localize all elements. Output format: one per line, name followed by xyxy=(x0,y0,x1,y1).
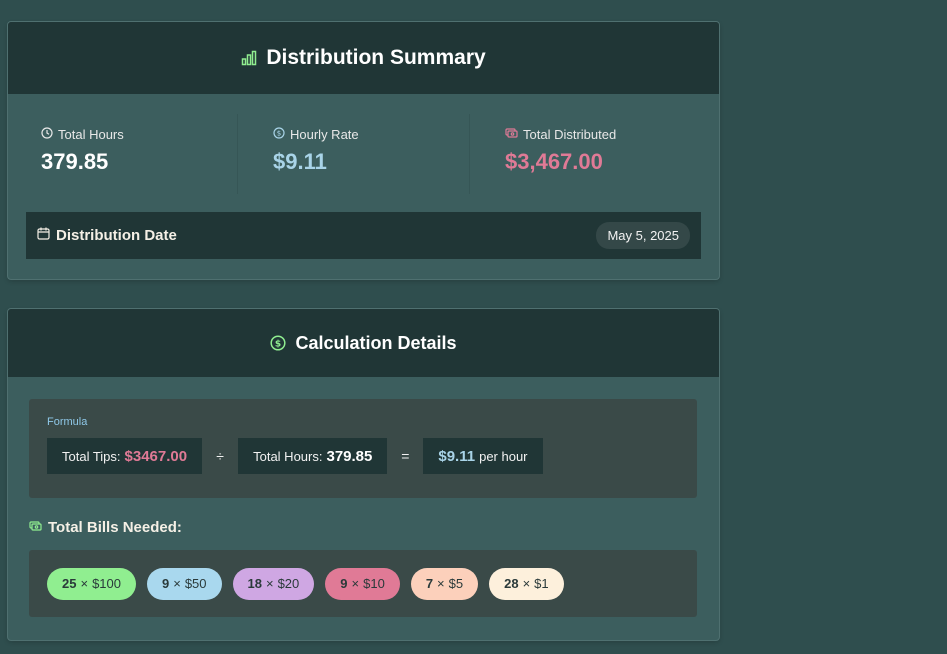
bill-denomination: $100 xyxy=(92,576,121,591)
stat-label: Hourly Rate xyxy=(290,127,359,142)
bill-times: × xyxy=(437,576,445,591)
formula-row: Total Tips: $3467.00 ÷ Total Hours: 379.… xyxy=(47,438,543,474)
divider xyxy=(237,114,238,194)
stat-value: 379.85 xyxy=(41,149,109,174)
formula-tips-label: Total Tips: xyxy=(62,448,121,464)
bill-denomination: $5 xyxy=(448,576,464,591)
bill-count: 18 xyxy=(247,576,262,591)
stat-value: $9.11 xyxy=(273,149,327,174)
calculation-details-card: $ Calculation Details Formula Total Tips… xyxy=(7,308,720,641)
bill-count: 9 xyxy=(161,576,170,591)
bill-times: × xyxy=(80,576,89,591)
calc-title: Calculation Details xyxy=(295,332,457,353)
bill-times: × xyxy=(522,576,531,591)
equals-operator: = xyxy=(401,448,410,464)
formula-hours-value: 379.85 xyxy=(326,447,373,465)
summary-header: Distribution Summary xyxy=(8,22,719,94)
dollar-circle-icon: $ xyxy=(270,335,287,351)
formula-hours-chip: Total Hours: 379.85 xyxy=(238,438,388,474)
formula-rate-unit: per hour xyxy=(479,448,528,464)
bill-times: × xyxy=(351,576,360,591)
divide-operator: ÷ xyxy=(216,448,224,464)
summary-stats: Total Hours 379.85 $ Hourly Rate $9.11 T… xyxy=(8,94,719,212)
banknotes-icon xyxy=(29,519,42,536)
bill-badge-5: 7 × $5 xyxy=(410,567,479,600)
stat-hourly-rate: $ Hourly Rate $9.11 xyxy=(273,127,359,175)
bill-count: 9 xyxy=(340,576,348,591)
bill-count: 28 xyxy=(504,576,519,591)
formula-rate-value: $9.11 xyxy=(438,447,476,465)
formula-box: Formula Total Tips: $3467.00 ÷ Total Hou… xyxy=(29,399,697,498)
bill-denomination: $50 xyxy=(184,576,207,591)
bills-title: Total Bills Needed: xyxy=(29,519,182,536)
bill-denomination: $1 xyxy=(534,576,549,591)
stat-total-distributed: Total Distributed $3,467.00 xyxy=(505,127,616,175)
bill-times: × xyxy=(265,576,274,591)
summary-title: Distribution Summary xyxy=(266,46,486,69)
svg-text:$: $ xyxy=(275,340,281,350)
bill-badge-50: 9 × $50 xyxy=(146,567,222,600)
distribution-date-bar: Distribution Date May 5, 2025 xyxy=(26,212,701,259)
bill-badge-20: 18 × $20 xyxy=(232,567,315,600)
bill-times: × xyxy=(173,576,181,591)
divider xyxy=(469,114,470,194)
formula-result-chip: $9.11 per hour xyxy=(423,438,543,474)
calendar-icon xyxy=(37,227,50,244)
formula-tips-chip: Total Tips: $3467.00 xyxy=(47,438,203,474)
bill-count: 7 xyxy=(425,576,434,591)
formula-tips-value: $3467.00 xyxy=(124,447,188,465)
date-label: Distribution Date xyxy=(56,227,177,244)
bar-chart-icon xyxy=(241,50,257,66)
calc-header: $ Calculation Details xyxy=(8,309,719,377)
bills-title-text: Total Bills Needed: xyxy=(48,519,182,536)
formula-title: Formula xyxy=(47,416,88,428)
svg-text:$: $ xyxy=(277,130,281,138)
bill-badge-100: 25 × $100 xyxy=(47,567,136,600)
distribution-summary-card: Distribution Summary Total Hours 379.85 xyxy=(7,21,720,280)
bill-badge-1: 28 × $1 xyxy=(489,567,564,600)
bills-list: 25 × $100 9 × $50 18 × $20 9 × $10 7 × $… xyxy=(29,550,697,617)
bill-denomination: $20 xyxy=(277,576,300,591)
clock-icon xyxy=(41,127,53,142)
bill-count: 25 xyxy=(62,576,77,591)
date-badge: May 5, 2025 xyxy=(596,222,690,249)
stat-label: Total Distributed xyxy=(523,127,617,142)
stat-label: Total Hours xyxy=(58,127,124,142)
bill-badge-10: 9 × $10 xyxy=(325,567,400,600)
stat-value: $3,467.00 xyxy=(505,149,603,174)
formula-hours-label: Total Hours: xyxy=(253,448,323,464)
banknotes-icon xyxy=(505,127,518,142)
stat-total-hours: Total Hours 379.85 xyxy=(41,127,124,175)
bill-denomination: $10 xyxy=(363,576,385,591)
dollar-circle-icon: $ xyxy=(273,127,285,142)
